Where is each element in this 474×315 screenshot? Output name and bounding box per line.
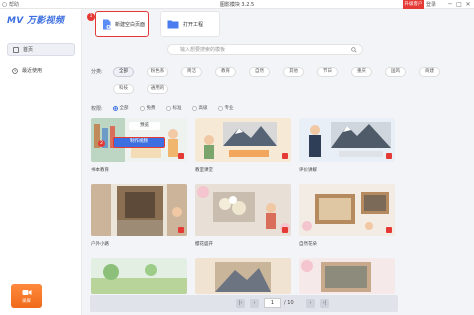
template-thumbnail [195,258,291,294]
radio-label: 高级 [198,106,208,111]
search-icon[interactable] [351,47,357,53]
category-chip[interactable]: 其他 [283,67,304,77]
sidebar-item-label: 首页 [23,47,34,53]
template-caption: 教室课堂 [195,168,213,173]
template-card[interactable] [91,184,187,236]
minimize-button[interactable]: ─ [446,1,454,8]
permission-radio[interactable]: 高级 [192,105,208,111]
step-badge: 2 [98,140,105,147]
vip-icon [178,153,184,159]
record-label: 录屏 [22,298,31,304]
template-card[interactable] [299,118,395,162]
upgrade-button[interactable]: 升级客户 [403,0,424,9]
template-caption: 书本教育 [91,168,109,173]
radio-label: 标准 [172,106,182,111]
template-search-input[interactable]: 输入想要搜索的模板 [167,44,363,55]
category-chip[interactable]: 科技 [113,84,134,94]
category-chip[interactable]: 全部 [113,67,134,77]
category-label: 分类: [91,69,103,75]
permission-radio[interactable]: 标准 [166,105,182,111]
next-page-button[interactable]: › [306,299,315,308]
home-icon [13,46,19,53]
category-chip[interactable]: 教育 [215,67,236,77]
sidebar: MV 万影视频 首页 最近使用 录屏 [0,9,82,315]
template-card[interactable] [91,258,187,294]
sidebar-item-recent[interactable]: 最近使用 [7,64,75,77]
vip-icon [386,153,392,159]
permission-radio[interactable]: 免费 [140,105,156,111]
template-caption: 樱花盛开 [195,242,213,247]
open-project-label: 打开工程 [183,21,204,28]
new-blank-label: 新建空白页面 [115,21,146,28]
template-card[interactable] [299,258,395,294]
search-placeholder: 输入想要搜索的模板 [180,47,226,53]
vip-icon [282,153,288,159]
radio-label: 免费 [146,106,156,111]
maximize-button[interactable]: □ [455,1,463,8]
make-video-button[interactable]: 制作视频 [113,137,165,148]
app-logo: MV 万影视频 [7,16,65,26]
category-chip[interactable]: 商建 [419,67,440,77]
template-card[interactable] [299,184,395,236]
close-button[interactable]: ✕ [464,1,472,8]
permission-label: 权限: [91,106,103,112]
title-bar: 帮助 图影模块 3.2.5 升级客户 登录 ─ □ ✕ [0,0,474,9]
folder-icon [167,20,179,29]
radio-label: 全部 [119,106,129,111]
login-button[interactable]: 登录 [426,1,436,8]
category-chip[interactable]: 国风 [385,67,406,77]
preview-button[interactable]: 预览 [129,122,160,130]
category-chip[interactable]: 通用的 [147,84,168,94]
sidebar-item-home[interactable]: 首页 [7,43,75,56]
open-project-button[interactable]: 打开工程 [160,11,220,37]
template-card[interactable] [195,258,291,294]
sidebar-item-label: 最近使用 [22,68,43,74]
template-card[interactable] [195,184,291,236]
template-thumbnail [299,258,395,294]
template-thumbnail [195,184,291,236]
template-thumbnail [299,118,395,162]
new-file-icon [103,19,111,29]
vip-icon [282,227,288,233]
category-chip[interactable]: 节日 [317,67,338,77]
step-badge: 1 [87,13,95,21]
template-thumbnail [299,184,395,236]
first-page-button[interactable]: |‹ [236,299,245,308]
template-thumbnail [91,184,187,236]
radio-label: 专业 [224,106,234,111]
permission-radio[interactable]: 专业 [218,105,234,111]
clock-icon [12,67,18,74]
template-card[interactable] [195,118,291,162]
camera-icon [22,289,31,295]
last-page-button[interactable]: ›| [320,299,329,308]
page-number-input[interactable]: 1 [264,298,281,308]
category-chip[interactable]: 简洁 [181,67,202,77]
template-caption: 自然花朵 [299,242,317,247]
page-total: / 10 [284,300,294,306]
vip-icon [386,227,392,233]
template-thumbnail [195,118,291,162]
category-chip[interactable]: 粉色系 [147,67,168,77]
permission-radio[interactable]: 全部 [113,105,129,111]
category-chip[interactable]: 自然 [249,67,270,77]
category-chip[interactable]: 重庆 [351,67,372,77]
vip-icon [178,227,184,233]
record-button[interactable]: 录屏 [11,284,42,308]
template-caption: 评价讲解 [299,168,317,173]
template-caption: 户外小路 [91,242,109,247]
template-thumbnail [91,258,187,294]
new-blank-page-button[interactable]: 新建空白页面 [95,11,149,37]
prev-page-button[interactable]: ‹ [250,299,259,308]
